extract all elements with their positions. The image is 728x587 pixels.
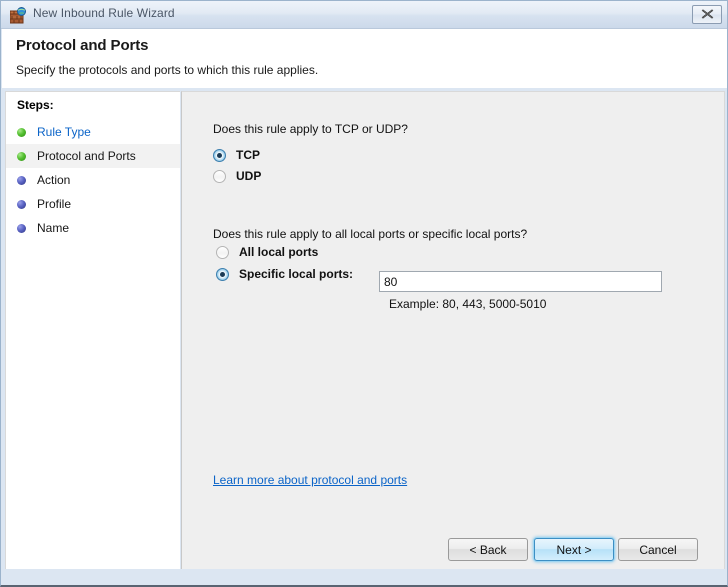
steps-heading: Steps:: [17, 98, 54, 112]
steps-sidebar: Steps: Rule Type Protocol and Ports Acti…: [5, 91, 180, 570]
radio-all-local-ports-label: All local ports: [239, 245, 319, 259]
step-bullet-completed-icon: [17, 127, 26, 137]
ports-question: Does this rule apply to all local ports …: [213, 227, 528, 241]
radio-specific-local-ports-label: Specific local ports:: [239, 267, 354, 281]
radio-udp-label: UDP: [236, 169, 262, 183]
content-panel: Does this rule apply to TCP or UDP? TCP …: [181, 91, 725, 570]
sidebar-item-label: Action: [37, 173, 71, 187]
close-icon: [701, 8, 714, 21]
cancel-button[interactable]: Cancel: [618, 538, 698, 561]
radio-tcp[interactable]: TCP: [213, 148, 260, 162]
sidebar-item-label: Protocol and Ports: [37, 149, 136, 163]
sidebar-item-profile[interactable]: Profile: [6, 192, 180, 216]
radio-specific-local-ports-indicator: [216, 267, 229, 281]
sidebar-item-action[interactable]: Action: [6, 168, 180, 192]
step-bullet-pending-icon: [17, 175, 26, 185]
radio-tcp-label: TCP: [236, 148, 260, 162]
steps-list: Rule Type Protocol and Ports Action Prof…: [6, 120, 180, 240]
protocol-question: Does this rule apply to TCP or UDP?: [213, 122, 408, 136]
page-subtitle: Specify the protocols and ports to which…: [16, 63, 319, 77]
step-bullet-pending-icon: [17, 199, 26, 209]
radio-udp-indicator: [213, 169, 226, 183]
close-button[interactable]: [692, 5, 722, 24]
firewall-globe-icon: [9, 7, 27, 24]
step-bullet-pending-icon: [17, 223, 26, 233]
next-button[interactable]: Next >: [534, 538, 614, 561]
page-header: Protocol and Ports Specify the protocols…: [2, 29, 727, 88]
window-title: New Inbound Rule Wizard: [33, 6, 175, 20]
back-button[interactable]: < Back: [448, 538, 528, 561]
radio-specific-local-ports[interactable]: Specific local ports:: [216, 267, 353, 281]
sidebar-item-rule-type[interactable]: Rule Type: [6, 120, 180, 144]
radio-all-local-ports-indicator: [216, 245, 229, 259]
port-example-hint: Example: 80, 443, 5000-5010: [389, 297, 547, 311]
title-bar: New Inbound Rule Wizard: [1, 1, 727, 29]
page-title: Protocol and Ports: [16, 37, 149, 54]
sidebar-item-label: Profile: [37, 197, 72, 211]
learn-more-link[interactable]: Learn more about protocol and ports: [213, 473, 407, 487]
radio-udp[interactable]: UDP: [213, 169, 261, 183]
sidebar-item-name[interactable]: Name: [6, 216, 180, 240]
sidebar-item-protocol-and-ports[interactable]: Protocol and Ports: [6, 144, 180, 168]
window-footer-strip: [2, 569, 727, 584]
sidebar-item-label: Rule Type: [37, 125, 91, 139]
radio-tcp-indicator: [213, 148, 226, 162]
specific-ports-input[interactable]: [379, 271, 662, 292]
sidebar-item-label: Name: [37, 221, 70, 235]
step-bullet-completed-icon: [17, 151, 26, 161]
wizard-window: New Inbound Rule Wizard Protocol and Por…: [0, 0, 728, 587]
radio-all-local-ports[interactable]: All local ports: [216, 245, 318, 259]
